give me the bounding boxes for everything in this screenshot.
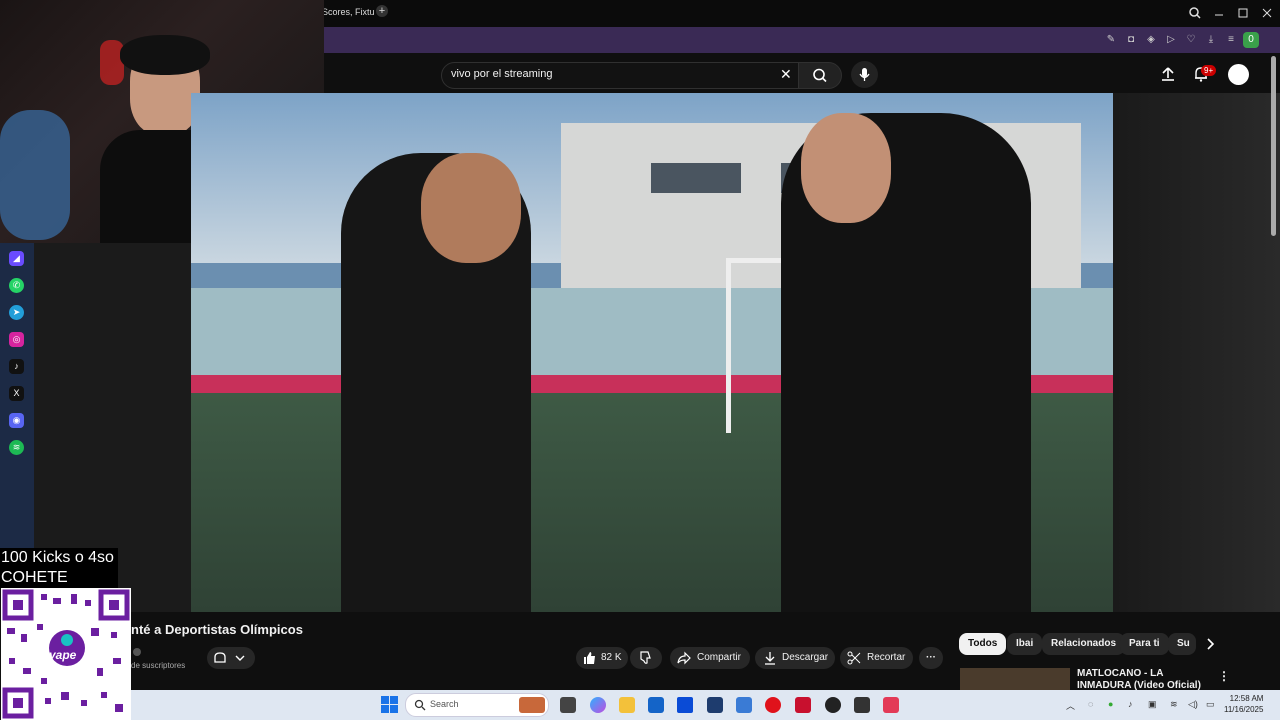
volume-icon[interactable]: ◁) xyxy=(1188,699,1198,710)
capcut-icon[interactable] xyxy=(854,697,870,713)
search-highlight-icon xyxy=(519,697,545,713)
copilot-icon[interactable] xyxy=(590,697,606,713)
file-explorer-icon[interactable] xyxy=(619,697,635,713)
bell-icon xyxy=(214,652,245,663)
app-icon-v[interactable] xyxy=(883,697,899,713)
download-icon[interactable]: ⤓ xyxy=(1204,33,1218,47)
tray-icon-2[interactable]: ● xyxy=(1108,699,1113,709)
like-icon xyxy=(584,652,595,664)
stream-goal-text: 100 Kicks o 4so COHETE xyxy=(0,548,118,588)
search-icon xyxy=(813,68,827,83)
search-icon xyxy=(414,699,426,711)
subscriber-count: de suscriptores xyxy=(131,661,186,670)
more-actions-button[interactable]: ··· xyxy=(919,647,943,669)
search-button[interactable] xyxy=(798,62,842,89)
tray-mic-icon[interactable]: ♪ xyxy=(1128,699,1133,709)
taskbar-search[interactable]: Search xyxy=(405,693,549,717)
clip-button[interactable]: Recortar xyxy=(840,647,913,669)
chip-related[interactable]: Relacionados xyxy=(1042,633,1126,655)
x-icon[interactable]: X xyxy=(9,386,24,401)
mail-icon[interactable] xyxy=(736,697,752,713)
app-icon-ps[interactable] xyxy=(707,697,723,713)
social-sidebar: ◢ ✆ ➤ ◎ ♪ X ◉ ≋ xyxy=(0,243,34,548)
store-icon[interactable] xyxy=(648,697,664,713)
yape-label: yape xyxy=(49,648,77,662)
minimize-button[interactable] xyxy=(1211,5,1227,21)
opera-icon[interactable] xyxy=(765,697,781,713)
scrollbar[interactable] xyxy=(1271,56,1276,236)
scissors-icon xyxy=(847,651,861,665)
video-player[interactable] xyxy=(191,93,1113,612)
mic-button[interactable] xyxy=(851,61,878,88)
edit-icon[interactable]: ✎ xyxy=(1104,33,1118,47)
clip-label: Recortar xyxy=(867,652,906,663)
browser-tab-title[interactable]: Scores, Fixtu xyxy=(322,7,375,17)
search-query[interactable]: vivo por el streaming xyxy=(451,68,553,80)
share-button[interactable]: Compartir xyxy=(670,647,750,669)
video-title: nté a Deportistas Olímpicos xyxy=(131,622,303,637)
goal-line-1: 100 Kicks o 4so xyxy=(1,549,114,566)
taskbar-clock[interactable]: 12:58 AM 11/16/2025 xyxy=(1224,693,1263,715)
recommended-thumbnail[interactable] xyxy=(960,668,1070,690)
chip-for-you[interactable]: Para ti xyxy=(1120,633,1169,655)
download-button[interactable]: Descargar xyxy=(755,647,835,669)
close-window-button[interactable] xyxy=(1259,5,1275,21)
clock-time: 12:58 AM xyxy=(1229,694,1264,703)
browser-search-icon[interactable] xyxy=(1187,5,1203,21)
chip-all[interactable]: Todos xyxy=(959,633,1007,655)
discord-icon[interactable]: ◉ xyxy=(9,413,24,428)
tray-overflow-icon[interactable]: ︿ xyxy=(1066,699,1075,712)
like-count: 82 K xyxy=(601,652,622,663)
yape-qr-code: yape xyxy=(1,588,131,720)
windows-icon[interactable] xyxy=(381,696,398,713)
mic-icon xyxy=(859,68,870,81)
whatsapp-icon[interactable]: ✆ xyxy=(9,278,24,293)
wifi-icon[interactable]: ≋ xyxy=(1170,699,1178,710)
instagram-icon[interactable]: ◎ xyxy=(9,332,24,347)
app-icon-w[interactable] xyxy=(795,697,811,713)
maximize-button[interactable] xyxy=(1235,5,1251,21)
obs-icon[interactable] xyxy=(825,697,841,713)
telegram-icon[interactable]: ➤ xyxy=(9,305,24,320)
profile-badge[interactable]: 0 xyxy=(1243,32,1259,48)
play-icon[interactable]: ▷ xyxy=(1164,33,1178,47)
tray-icon-1[interactable]: ◌ xyxy=(1088,699,1093,709)
upload-icon[interactable] xyxy=(1159,65,1177,83)
battery-icon[interactable]: ▭ xyxy=(1206,699,1215,710)
dislike-button[interactable] xyxy=(630,647,662,669)
like-button[interactable]: 82 K xyxy=(576,647,628,669)
spotify-icon[interactable]: ≋ xyxy=(9,440,24,455)
menu-icon[interactable]: ≡ xyxy=(1224,33,1238,47)
share-icon xyxy=(677,651,691,665)
share-label: Compartir xyxy=(697,652,741,663)
verified-icon xyxy=(133,648,141,656)
chip-ibai[interactable]: Ibai xyxy=(1007,633,1043,655)
recommended-title[interactable]: MATLOCANO - LA INMADURA (Video Oficial) xyxy=(1077,668,1217,690)
taskbar-search-placeholder: Search xyxy=(430,699,459,709)
camera-icon[interactable]: ◘ xyxy=(1124,33,1138,47)
reco-menu-icon[interactable]: ⋮ xyxy=(1218,669,1230,683)
heart-icon[interactable]: ♡ xyxy=(1184,33,1198,47)
chip-subscriptions[interactable]: Su xyxy=(1168,633,1196,655)
notifications-badge: 9+ xyxy=(1201,65,1217,76)
tray-icon-3[interactable]: ▣ xyxy=(1148,699,1157,710)
close-icon[interactable]: ✕ xyxy=(780,66,792,83)
task-view-icon[interactable] xyxy=(560,697,576,713)
tiktok-icon[interactable]: ♪ xyxy=(9,359,24,374)
avatar[interactable] xyxy=(1228,64,1249,85)
video-side-shade xyxy=(1113,93,1280,612)
chevron-right-icon[interactable] xyxy=(1203,637,1217,651)
clock-date: 11/16/2025 xyxy=(1224,705,1264,714)
app-icon[interactable]: ◢ xyxy=(9,251,24,266)
shield-icon[interactable]: ◈ xyxy=(1144,33,1158,47)
dropbox-icon[interactable] xyxy=(677,697,693,713)
download-label: Descargar xyxy=(782,652,829,663)
goal-line-2: COHETE xyxy=(1,569,68,586)
download-icon xyxy=(765,652,775,665)
new-tab-button[interactable]: + xyxy=(376,5,388,17)
subscribe-bell-button[interactable] xyxy=(207,647,255,669)
dislike-icon xyxy=(640,651,651,664)
